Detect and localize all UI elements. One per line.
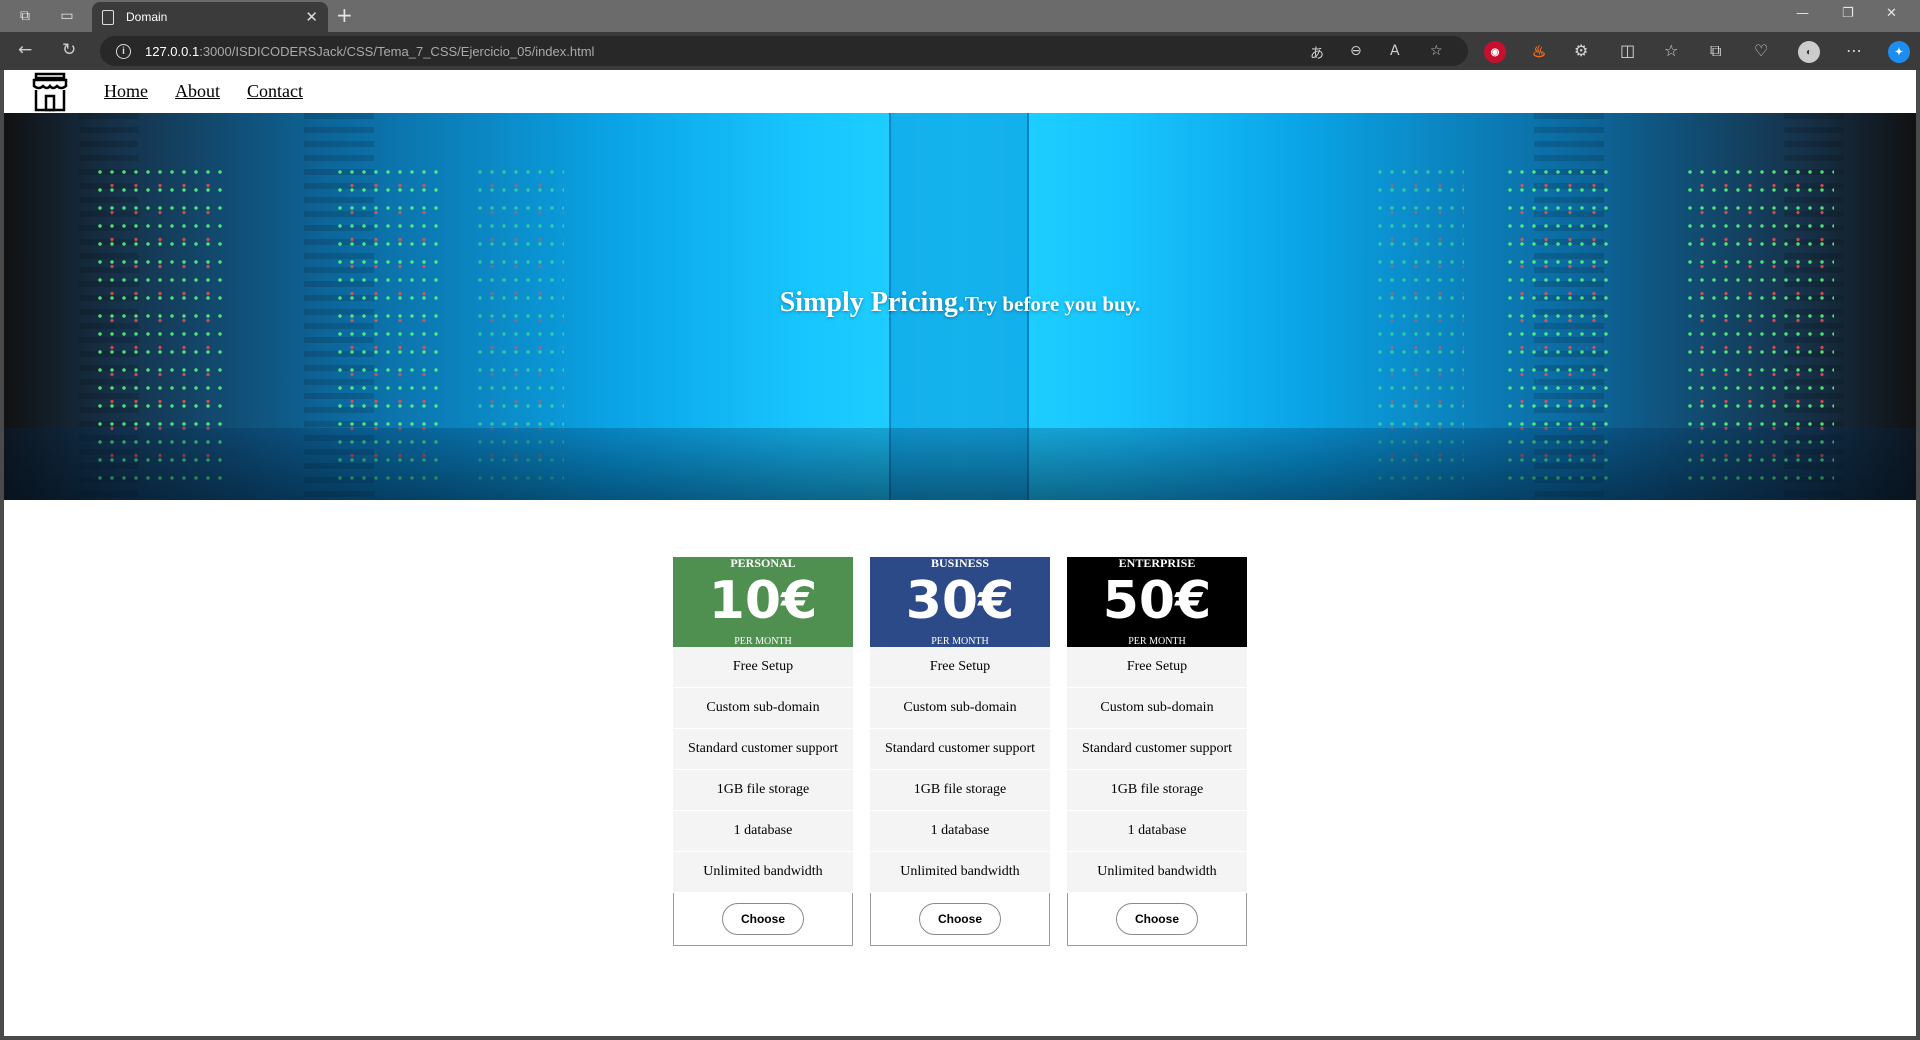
feature-item: 1 database [870,811,1050,852]
plan-name: BUSINESS [930,556,990,570]
nav-link-home[interactable]: Home [104,81,148,102]
ublock-extension-icon[interactable]: ◉ [1484,41,1506,63]
nav-link-about[interactable]: About [175,81,220,102]
feature-item: Standard customer support [673,729,853,770]
feature-item: Standard customer support [870,729,1050,770]
split-screen-icon[interactable]: ◫ [1620,41,1635,60]
feature-item: 1 database [673,811,853,852]
nav-link-contact[interactable]: Contact [247,81,303,102]
feature-item: 1 database [1067,811,1247,852]
pricing-card-business: BUSINESS 30€ PER MONTH Free Setup Custom… [870,557,1050,946]
feature-item: 1GB file storage [870,770,1050,811]
page-viewport: Home About Contact Simply Pricing.Try be… [4,70,1916,1036]
plan-header: BUSINESS 30€ PER MONTH [870,557,1050,647]
plan-footer: Choose [1067,893,1247,946]
feature-item: Standard customer support [1067,729,1247,770]
pricing-table: PERSONAL 10€ PER MONTH Free Setup Custom… [673,557,1247,946]
feature-item: Unlimited bandwidth [673,852,853,893]
profile-avatar[interactable]: ◐ [1798,41,1820,63]
plan-header: PERSONAL 10€ PER MONTH [673,557,853,647]
plan-price: 30€ [905,571,1015,631]
more-options-icon[interactable]: ⋯ [1846,41,1862,60]
read-aloud-icon[interactable]: A [1390,43,1400,59]
collections-icon[interactable]: ⧉ [1710,41,1721,61]
close-window-icon[interactable]: ✕ [1886,6,1897,21]
hero-title: Simply Pricing. [779,287,965,318]
plan-name: PERSONAL [730,556,796,570]
tab-actions-icon[interactable]: ▭ [54,4,80,28]
hero-floor [4,428,1916,500]
workspaces-icon[interactable]: ⧉ [12,4,38,28]
restore-icon[interactable]: ❐ [1842,6,1854,21]
feature-item: 1GB file storage [1067,770,1247,811]
close-tab-icon[interactable]: ✕ [305,8,318,26]
plan-header: ENTERPRISE 50€ PER MONTH [1067,557,1247,647]
favorite-star-icon[interactable]: ☆ [1430,43,1443,59]
url-text[interactable]: 127.0.0.1:3000/ISDICODERSJack/CSS/Tema_7… [145,44,594,59]
feature-item: Custom sub-domain [673,688,853,729]
hero-subtitle: Try before you buy. [964,292,1141,316]
plan-name: ENTERPRISE [1118,556,1196,570]
plan-period: PER MONTH [734,636,792,647]
pricing-card-enterprise: ENTERPRISE 50€ PER MONTH Free Setup Cust… [1067,557,1247,946]
flame-extension-icon[interactable]: ♨ [1528,41,1550,63]
copilot-icon[interactable]: ✦ [1888,41,1910,63]
browser-tab[interactable]: Domain ✕ [92,2,328,32]
browser-toolbar: ← ↻ i 127.0.0.1:3000/ISDICODERSJack/CSS/… [0,32,1920,70]
feature-item: Free Setup [1067,647,1247,688]
feature-item: Custom sub-domain [1067,688,1247,729]
plan-footer: Choose [673,893,853,946]
browser-essentials-icon[interactable]: ♡ [1754,41,1768,60]
feature-item: Free Setup [673,647,853,688]
tab-title: Domain [126,10,168,24]
browser-titlebar: ⧉ ▭ Domain ✕ + — ❐ ✕ [0,0,1920,32]
refresh-icon[interactable]: ↻ [62,40,76,60]
site-navbar: Home About Contact [4,70,1916,113]
feature-item: Custom sub-domain [870,688,1050,729]
plan-price: 50€ [1102,571,1212,631]
plan-period: PER MONTH [1128,636,1186,647]
hero-banner: Simply Pricing.Try before you buy. [4,113,1916,500]
extensions-icon[interactable]: ⚙ [1574,41,1588,60]
page-icon [102,9,114,25]
pricing-card-personal: PERSONAL 10€ PER MONTH Free Setup Custom… [673,557,853,946]
feature-item: 1GB file storage [673,770,853,811]
plan-period: PER MONTH [931,636,989,647]
minimize-icon[interactable]: — [1796,6,1809,21]
feature-item: Unlimited bandwidth [870,852,1050,893]
choose-button[interactable]: Choose [919,903,1001,935]
back-icon[interactable]: ← [18,40,32,60]
plan-price: 10€ [708,571,818,631]
hero-heading: Simply Pricing.Try before you buy. [4,287,1916,319]
zoom-out-icon[interactable]: ⊖ [1350,43,1362,59]
choose-button[interactable]: Choose [722,903,804,935]
favorites-icon[interactable]: ☆ [1664,41,1678,60]
feature-item: Free Setup [870,647,1050,688]
store-logo-icon[interactable] [30,72,70,112]
new-tab-icon[interactable]: + [336,3,353,27]
choose-button[interactable]: Choose [1116,903,1198,935]
translate-icon[interactable]: あ [1310,43,1324,63]
address-bar[interactable]: i 127.0.0.1:3000/ISDICODERSJack/CSS/Tema… [100,36,1468,66]
plan-footer: Choose [870,893,1050,946]
feature-item: Unlimited bandwidth [1067,852,1247,893]
site-info-icon[interactable]: i [116,43,131,59]
